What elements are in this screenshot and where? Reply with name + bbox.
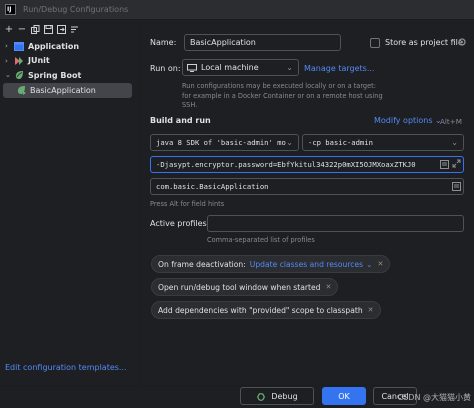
name-label: Name: xyxy=(150,38,177,47)
manage-targets-link[interactable]: Manage targets... xyxy=(304,64,374,73)
vm-options-field[interactable]: -Djasypt.encryptor.password=EbfYkitul343… xyxy=(150,156,464,173)
tree-item-application[interactable]: › Application xyxy=(0,39,140,54)
ok-label: OK xyxy=(338,391,350,401)
chevron-right-icon[interactable]: › xyxy=(5,57,13,65)
active-profiles-field[interactable] xyxy=(207,215,464,232)
remove-icon: − xyxy=(17,23,27,35)
remove-config-button[interactable]: − xyxy=(16,23,28,35)
ok-button[interactable]: OK xyxy=(322,387,366,405)
spring-boot-icon xyxy=(13,70,25,80)
expand-field-icon[interactable] xyxy=(440,160,449,169)
tree-item-label: Application xyxy=(28,41,80,51)
run-on-hint: Run configurations may be executed local… xyxy=(182,82,383,109)
field-hint: Press Alt for field hints xyxy=(150,200,225,208)
watermark: CSDN @大猫猫小黄 xyxy=(397,393,471,402)
vm-options-value: -Djasypt.encryptor.password=EbfYkitul343… xyxy=(156,160,416,169)
chevron-down-icon[interactable]: ⌄ xyxy=(5,71,13,79)
sort-icon xyxy=(70,26,78,32)
settings-gear-icon[interactable] xyxy=(457,37,467,47)
chevron-down-icon: ⌄ xyxy=(451,138,458,147)
chip-provided-scope[interactable]: Add dependencies with "provided" scope t… xyxy=(151,301,381,319)
edit-templates-link[interactable]: Edit configuration templates... xyxy=(5,363,127,372)
config-toolbar: + − xyxy=(0,21,140,37)
application-icon xyxy=(13,41,25,51)
add-config-button[interactable]: + xyxy=(3,23,15,35)
sort-config-button[interactable] xyxy=(68,23,80,35)
move-config-button[interactable] xyxy=(55,23,67,35)
chip-label: Add dependencies with "provided" scope t… xyxy=(158,305,363,315)
save-icon xyxy=(43,24,53,34)
intellij-app-icon: IJ xyxy=(5,4,16,15)
spring-boot-config-icon xyxy=(15,85,27,95)
modify-options-label: Modify options xyxy=(374,116,433,125)
tree-item-basic-application[interactable]: BasicApplication xyxy=(3,82,132,98)
chip-open-tool-window[interactable]: Open run/debug tool window when started … xyxy=(151,278,339,296)
fullscreen-expand-icon[interactable] xyxy=(452,159,461,168)
run-on-value: Local machine xyxy=(201,63,259,72)
run-on-label: Run on: xyxy=(150,64,181,73)
chevron-right-icon[interactable]: › xyxy=(5,42,13,50)
copy-config-button[interactable] xyxy=(29,23,41,35)
close-icon[interactable]: ✕ xyxy=(325,283,331,291)
chip-frame-deactivation[interactable]: On frame deactivation: Update classes an… xyxy=(151,255,391,273)
title-bar: IJ Run/Debug Configurations xyxy=(0,0,474,20)
classpath-value: -cp basic-admin xyxy=(308,138,373,147)
profiles-hint: Comma-separated list of profiles xyxy=(207,236,315,244)
tree-item-spring-boot[interactable]: ⌄ Spring Boot xyxy=(0,68,140,83)
debug-button[interactable]: Debug xyxy=(240,387,314,405)
name-value: BasicApplication xyxy=(190,38,256,47)
window-title: Run/Debug Configurations xyxy=(23,5,129,14)
classpath-select[interactable]: -cp basic-admin ⌄ xyxy=(302,134,464,151)
store-project-checkbox[interactable] xyxy=(370,38,380,48)
config-tree: › Application › JUnit ⌄ Spring Boot Basi… xyxy=(0,39,140,98)
move-icon xyxy=(56,24,66,34)
config-form: Name: BasicApplication Store as project … xyxy=(141,21,474,385)
chip-label: Open run/debug tool window when started xyxy=(158,282,321,292)
tree-item-label: BasicApplication xyxy=(30,85,96,95)
local-machine-icon xyxy=(187,63,197,72)
tree-item-junit[interactable]: › JUnit xyxy=(0,54,140,69)
active-profiles-label: Active profiles: xyxy=(150,219,210,228)
browse-class-icon[interactable] xyxy=(452,182,461,191)
modify-options-link[interactable]: Modify options ⌄ xyxy=(374,116,442,125)
modify-options-shortcut: Alt+M xyxy=(440,117,462,126)
add-icon: + xyxy=(4,23,14,35)
chip-label: On frame deactivation: xyxy=(158,259,246,269)
tree-item-label: JUnit xyxy=(28,56,50,66)
chevron-down-icon[interactable]: ⌄ xyxy=(366,260,372,269)
chevron-down-icon: ⌄ xyxy=(286,138,293,147)
tree-item-label: Spring Boot xyxy=(28,70,82,80)
debug-label: Debug xyxy=(271,391,298,401)
main-class-field[interactable]: com.basic.BasicApplication xyxy=(150,178,464,195)
jdk-value: java 8 SDK of 'basic-admin' mo xyxy=(156,138,286,147)
debug-bug-icon xyxy=(257,393,266,401)
copy-icon xyxy=(30,24,39,34)
main-class-value: com.basic.BasicApplication xyxy=(156,182,269,191)
junit-icon xyxy=(13,56,25,66)
store-project-label: Store as project file xyxy=(385,38,463,47)
close-icon[interactable]: ✕ xyxy=(377,260,383,268)
chip-link[interactable]: Update classes and resources xyxy=(250,260,363,269)
run-on-select[interactable]: Local machine ⌄ xyxy=(182,59,299,76)
build-run-heading: Build and run xyxy=(150,116,211,125)
jdk-select[interactable]: java 8 SDK of 'basic-admin' mo ⌄ xyxy=(150,134,299,151)
save-config-button[interactable] xyxy=(42,23,54,35)
close-icon[interactable]: ✕ xyxy=(368,306,374,314)
chevron-down-icon: ⌄ xyxy=(286,63,293,72)
name-field[interactable]: BasicApplication xyxy=(184,34,341,51)
